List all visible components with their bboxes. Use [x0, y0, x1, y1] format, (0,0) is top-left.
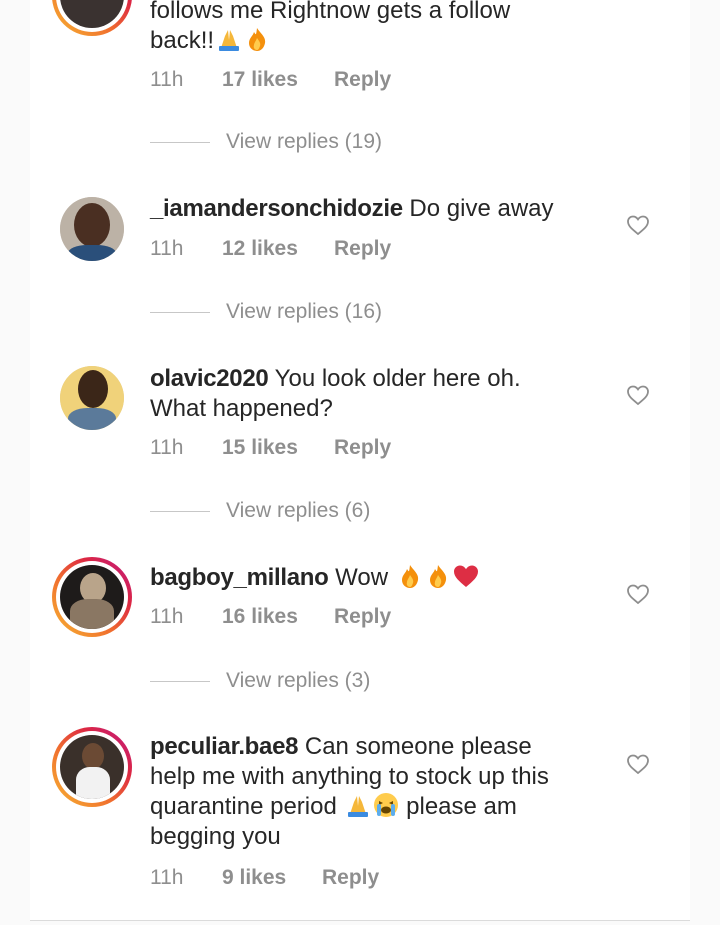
- comment-text: peculiar.bae8 Can someone please help me…: [150, 733, 549, 850]
- folded-hands-emoji: [219, 30, 240, 51]
- comment-time: 11h: [150, 436, 184, 459]
- heart-outline-icon[interactable]: [626, 214, 650, 236]
- crying-face-emoji: [374, 793, 399, 817]
- comment-meta: 11h 9 likes Reply: [150, 866, 379, 890]
- divider: [150, 680, 210, 682]
- divider: [150, 510, 210, 512]
- fire-emoji: [429, 565, 446, 588]
- comment-time: 11h: [150, 68, 184, 91]
- comment-time: 11h: [150, 237, 184, 260]
- comment-meta: 11h 12 likes Reply: [150, 237, 391, 261]
- reply-button[interactable]: Reply: [334, 68, 391, 92]
- comment-time: 11h: [150, 605, 184, 628]
- view-replies-button[interactable]: View replies (16): [150, 300, 382, 324]
- comment-likes[interactable]: 12 likes: [222, 237, 334, 261]
- divider: [150, 141, 210, 143]
- avatar[interactable]: [60, 366, 124, 430]
- avatar[interactable]: [52, 727, 132, 807]
- comment-meta: 11h 17 likes Reply: [150, 68, 391, 92]
- comment-meta: 11h 16 likes Reply: [150, 605, 391, 629]
- red-heart-emoji: [453, 565, 478, 587]
- avatar[interactable]: [60, 197, 124, 261]
- heart-outline-icon[interactable]: [626, 753, 650, 775]
- avatar[interactable]: [52, 557, 132, 637]
- comment-username[interactable]: bagboy_millano: [150, 564, 329, 591]
- reply-button[interactable]: Reply: [322, 866, 379, 890]
- comment-username[interactable]: _iamandersonchidozie: [150, 195, 403, 222]
- comment-time: 11h: [150, 866, 184, 889]
- comment-text: bagboy_millano Wow: [150, 563, 600, 593]
- comment-likes[interactable]: 17 likes: [222, 68, 334, 92]
- divider: [30, 920, 690, 921]
- comment-text: _iamandersonchidozie Do give away: [150, 195, 554, 222]
- fire-emoji: [401, 565, 418, 588]
- reply-button[interactable]: Reply: [334, 605, 391, 629]
- folded-hands-emoji: [348, 796, 369, 817]
- comment-username[interactable]: peculiar.bae8: [150, 733, 298, 760]
- view-replies-button[interactable]: View replies (19): [150, 130, 382, 154]
- reply-button[interactable]: Reply: [334, 436, 391, 460]
- comment-likes[interactable]: 9 likes: [222, 866, 322, 890]
- comment-likes[interactable]: 16 likes: [222, 605, 334, 629]
- divider: [150, 311, 210, 313]
- comment-likes[interactable]: 15 likes: [222, 436, 334, 460]
- comment-text: follows me Rightnow gets a follow back!!: [150, 0, 511, 54]
- comment-username[interactable]: olavic2020: [150, 365, 269, 392]
- reply-button[interactable]: Reply: [334, 237, 391, 261]
- heart-outline-icon[interactable]: [626, 384, 650, 406]
- heart-outline-icon[interactable]: [626, 583, 650, 605]
- view-replies-button[interactable]: View replies (3): [150, 669, 370, 693]
- fire-emoji: [249, 28, 266, 51]
- comment-text: olavic2020 You look older here oh. What …: [150, 365, 521, 422]
- view-replies-button[interactable]: View replies (6): [150, 499, 370, 523]
- comment-meta: 11h 15 likes Reply: [150, 436, 391, 460]
